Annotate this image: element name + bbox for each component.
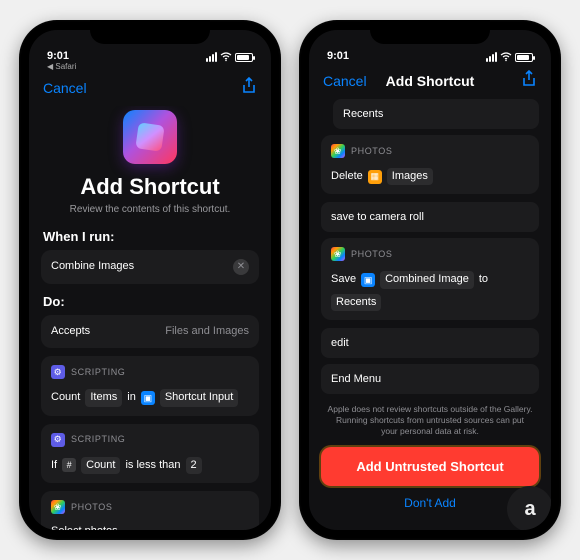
do-label: Do: (43, 294, 259, 309)
share-icon[interactable] (241, 82, 257, 98)
add-untrusted-button[interactable]: Add Untrusted Shortcut (321, 447, 539, 486)
shortcuts-app-icon (123, 110, 177, 164)
back-to-safari[interactable]: ◀ Safari (29, 62, 271, 71)
notch (90, 20, 210, 44)
wifi-icon (220, 52, 232, 62)
scripting-icon: ⚙ (51, 433, 65, 447)
shortcut-name-value: Combine Images (51, 259, 134, 274)
tok-select-photos: Select photos (51, 524, 118, 530)
when-i-run-label: When I run: (43, 229, 259, 244)
scripting-header: SCRIPTING (71, 433, 125, 446)
share-icon[interactable] (521, 75, 537, 91)
tok-lessthan: is less than (125, 458, 180, 473)
action-if[interactable]: ⚙ SCRIPTING If # Count is less than 2 (41, 424, 259, 483)
tok-recents: Recents (331, 294, 381, 311)
tok-in: in (127, 390, 136, 405)
phone-right: 9:01 Cancel Add Shortcut Recents ❀ PHOTO… (299, 20, 561, 540)
images-var-icon: ▦ (368, 170, 382, 184)
shortcut-name-field[interactable]: Combine Images ✕ (41, 250, 259, 284)
page-title: Add Shortcut (41, 174, 259, 200)
cancel-button[interactable]: Cancel (43, 80, 93, 96)
photos-header: PHOTOS (351, 145, 392, 158)
action-count-items[interactable]: ⚙ SCRIPTING Count Items in ▣ Shortcut In… (41, 356, 259, 415)
content-left: Add Shortcut Review the contents of this… (29, 106, 271, 530)
clear-icon[interactable]: ✕ (233, 259, 249, 275)
action-select-photos[interactable]: ❀ PHOTOS Select photos (41, 491, 259, 530)
tok-count-var: Count (81, 457, 120, 474)
scripting-header: SCRIPTING (71, 366, 125, 379)
photos-header: PHOTOS (71, 501, 112, 514)
nav-title: Add Shortcut (386, 73, 475, 89)
nav-bar: Cancel Add Shortcut (309, 64, 551, 99)
notch (370, 20, 490, 44)
cellular-icon (486, 52, 497, 62)
menu-item-edit[interactable]: edit (321, 328, 539, 358)
action-end-menu[interactable]: End Menu (321, 364, 539, 394)
page-subtitle: Review the contents of this shortcut. (41, 204, 259, 215)
status-time: 9:01 (327, 50, 349, 62)
accepts-label: Accepts (51, 324, 90, 339)
action-save-combined[interactable]: ❀ PHOTOS Save ▣ Combined Image to Recent… (321, 238, 539, 320)
battery-icon (515, 53, 533, 62)
content-right: Recents ❀ PHOTOS Delete ▦ Images save to… (309, 99, 551, 530)
photos-icon: ❀ (51, 500, 65, 514)
tok-to: to (479, 272, 488, 287)
phone-left: 9:01 ◀ Safari Cancel Add Shortcut Review… (19, 20, 281, 540)
tok-save: Save (331, 272, 356, 287)
corner-badge: a (507, 486, 551, 530)
shortcut-input-icon: ▣ (141, 391, 155, 405)
combined-image-icon: ▣ (361, 273, 375, 287)
cellular-icon (206, 52, 217, 62)
tok-delete: Delete (331, 169, 363, 184)
battery-icon (235, 53, 253, 62)
photos-icon: ❀ (331, 247, 345, 261)
count-var-icon: # (62, 458, 76, 472)
photos-icon: ❀ (331, 144, 345, 158)
status-time: 9:01 (47, 50, 69, 62)
photos-header: PHOTOS (351, 248, 392, 261)
screen-right: 9:01 Cancel Add Shortcut Recents ❀ PHOTO… (309, 30, 551, 530)
tok-items: Items (85, 389, 122, 406)
tok-two: 2 (186, 457, 202, 474)
accepts-row[interactable]: Accepts Files and Images (41, 315, 259, 348)
menu-item-recents[interactable]: Recents (333, 99, 539, 129)
tok-combined: Combined Image (380, 271, 474, 288)
action-delete-images[interactable]: ❀ PHOTOS Delete ▦ Images (321, 135, 539, 194)
accepts-value: Files and Images (165, 324, 249, 339)
screen-left: 9:01 ◀ Safari Cancel Add Shortcut Review… (29, 30, 271, 530)
untrusted-warning: Apple does not review shortcuts outside … (327, 404, 533, 437)
menu-item-save-camera-roll[interactable]: save to camera roll (321, 202, 539, 232)
wifi-icon (500, 52, 512, 62)
tok-count: Count (51, 390, 80, 405)
nav-bar: Cancel (29, 71, 271, 106)
tok-images: Images (387, 168, 433, 185)
tok-shortcut-input: Shortcut Input (160, 389, 239, 406)
tok-if: If (51, 458, 57, 473)
cancel-button[interactable]: Cancel (323, 73, 373, 89)
scripting-icon: ⚙ (51, 365, 65, 379)
